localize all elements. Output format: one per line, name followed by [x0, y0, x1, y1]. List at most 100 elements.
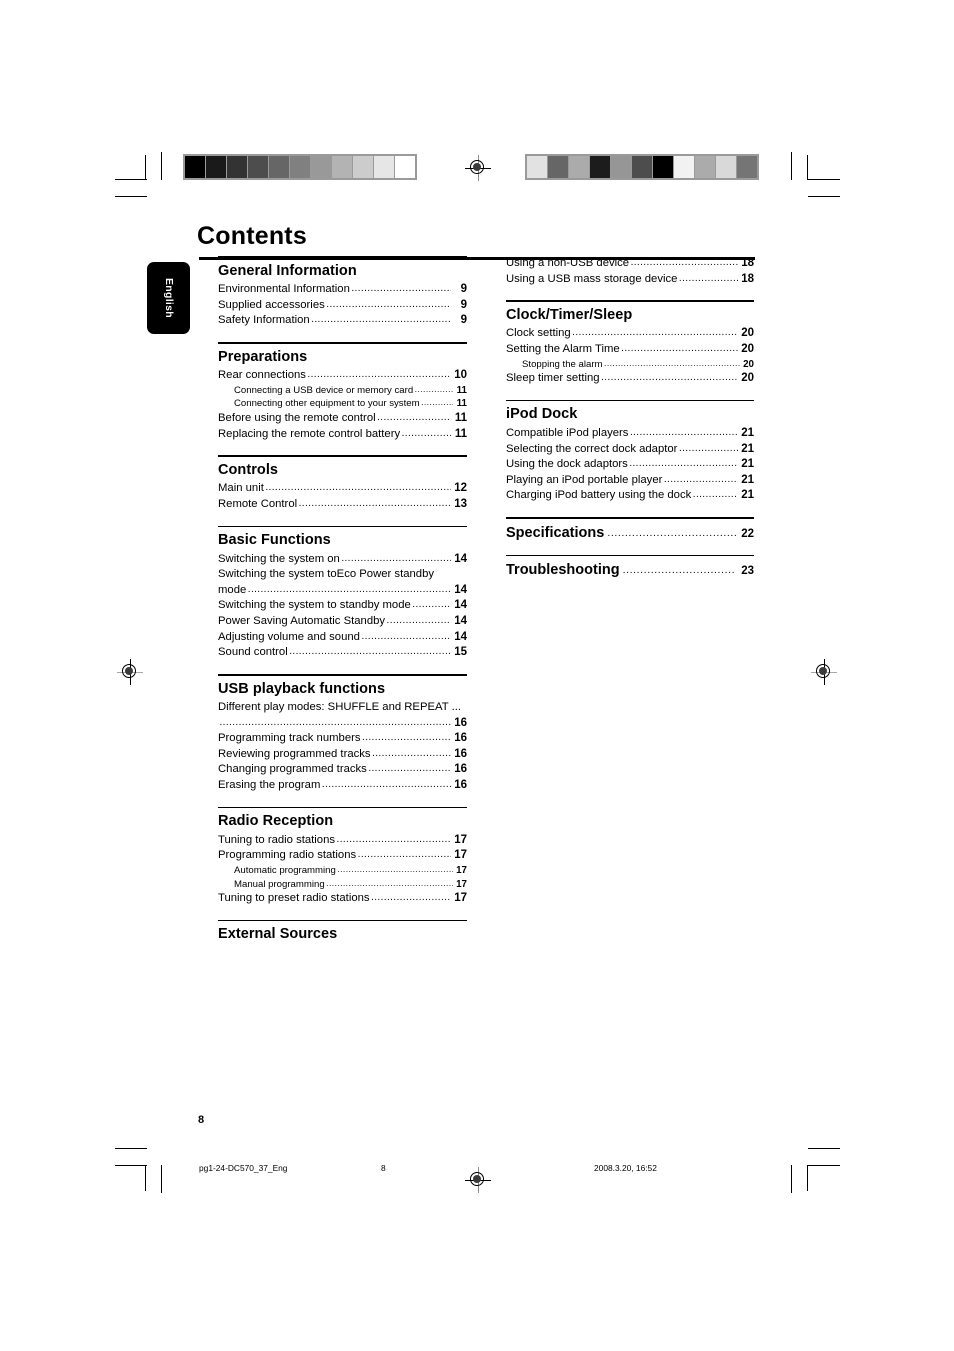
registration-mark-bottom-center	[465, 1167, 491, 1193]
toc-entry[interactable]: Supplied accessories....................…	[218, 298, 467, 314]
footer-file-name: pg1-24-DC570_37_Eng	[199, 1163, 288, 1173]
wedge-swatch	[353, 156, 373, 178]
toc-section: Controls Main unit.......................…	[218, 455, 467, 512]
toc-entry-label: Switching the system on	[218, 552, 340, 565]
toc-entry-page: 16	[454, 716, 467, 729]
toc-leader-dots: ........................................…	[678, 442, 738, 454]
toc-entry-label-wrapped: mode	[218, 583, 247, 596]
toc-entry-page: 16	[454, 779, 467, 791]
toc-section: External Sources	[218, 919, 467, 946]
toc-leader-dots: ........................................…	[368, 763, 451, 775]
toc-section-heading: Clock/Timer/Sleep	[506, 306, 633, 323]
toc-entry[interactable]: Main unit...............................…	[218, 481, 467, 497]
crop-mark-top-right-bleed-vertical	[791, 152, 793, 180]
toc-entry[interactable]: Sleep timer setting.....................…	[506, 371, 754, 387]
toc-section-heading: General Information	[218, 262, 357, 279]
toc-entry-label: Switching the system toEco Power standby	[218, 568, 434, 581]
toc-entry-label: Remote Control	[218, 497, 298, 510]
toc-entry-label: Adjusting volume and sound	[218, 630, 360, 643]
toc-section-heading-page: 23	[741, 565, 754, 578]
toc-entry[interactable]: Setting the Alarm Time..................…	[506, 342, 754, 358]
toc-section-heading[interactable]: Specifications..........................…	[506, 519, 754, 545]
toc-section: USB playback functions Different play mod…	[218, 673, 467, 794]
toc-entry[interactable]: Switching the system to standby mode....…	[218, 598, 467, 614]
wedge-swatch	[248, 156, 268, 178]
toc-section-heading[interactable]: Troubleshooting.........................…	[506, 556, 754, 582]
toc-leader-dots: ........................................…	[630, 257, 738, 268]
toc-leader-dots: ........................................…	[219, 716, 451, 728]
toc-entry[interactable]: Compatible iPod players.................…	[506, 426, 754, 442]
crop-mark-top-right-horizontal	[808, 179, 840, 181]
wedge-swatch	[611, 156, 631, 178]
toc-entry-page: 13	[454, 497, 467, 510]
toc-entry[interactable]: Playing an iPod portable player.........…	[506, 473, 754, 489]
toc-entry[interactable]: Different play modes: SHUFFLE and REPEAT…	[218, 700, 467, 731]
toc-leader-dots: ........................................…	[247, 583, 451, 595]
toc-leader-dots: ........................................…	[362, 732, 450, 744]
toc-entry-page: 16	[454, 747, 467, 760]
toc-entry[interactable]: Tuning to radio stations................…	[218, 833, 467, 849]
toc-entry[interactable]: Using a USB mass storage device.........…	[506, 272, 754, 288]
toc-section-heading: Basic Functions	[218, 532, 331, 549]
toc-entry[interactable]: Using the dock adaptors.................…	[506, 457, 754, 473]
toc-entry[interactable]: Before using the remote control.........…	[218, 411, 467, 427]
toc-leader-dots: ........................................…	[421, 397, 452, 408]
toc-entry[interactable]: Connecting other equipment to your syste…	[218, 397, 467, 411]
toc-entry[interactable]: Environmental Information...............…	[218, 282, 467, 298]
toc-entry-page: 18	[741, 272, 754, 285]
toc-entry[interactable]: Power Saving Automatic Standby..........…	[218, 614, 467, 630]
toc-entry[interactable]: Safety Information......................…	[218, 313, 467, 329]
wedge-swatch	[290, 156, 310, 178]
toc-entry[interactable]: Sound control...........................…	[218, 645, 467, 661]
grayscale-step-wedge-left	[183, 154, 417, 180]
crop-mark-bottom-left-bleed-horizontal	[115, 1165, 147, 1167]
toc-leader-dots: ........................................…	[337, 863, 452, 874]
toc-leader-dots: ........................................…	[372, 747, 451, 759]
toc-entry[interactable]: Switching the system on.................…	[218, 552, 467, 568]
toc-leader-dots: ........................................…	[307, 369, 451, 381]
toc-entry[interactable]: Replacing the remote control battery....…	[218, 427, 467, 443]
toc-entry[interactable]: Programming track numbers...............…	[218, 731, 467, 747]
toc-entry[interactable]: Stopping the alarm......................…	[506, 358, 754, 372]
wedge-swatch	[737, 156, 757, 178]
toc-entry-label: Replacing the remote control battery	[218, 427, 401, 440]
page-number: 8	[198, 1114, 205, 1126]
toc-entry[interactable]: Adjusting volume and sound..............…	[218, 630, 467, 646]
toc-entry[interactable]: Selecting the correct dock adaptor......…	[506, 442, 754, 458]
crop-mark-bottom-right-bleed-horizontal	[808, 1165, 840, 1167]
toc-entry[interactable]: Clock setting...........................…	[506, 326, 754, 342]
toc-entry[interactable]: Programming radio stations..............…	[218, 848, 467, 864]
toc-entry-label: Before using the remote control	[218, 411, 376, 424]
toc-entry-label: Safety Information	[218, 314, 310, 327]
toc-entry[interactable]: Remote Control..........................…	[218, 497, 467, 513]
toc-entry-page: 16	[454, 732, 467, 745]
wedge-swatch	[569, 156, 589, 178]
toc-entry-page: 11	[456, 398, 467, 410]
toc-entry[interactable]: Switching the system toEco Power standby…	[218, 567, 467, 598]
toc-entry[interactable]: Charging iPod battery using the dock....…	[506, 488, 754, 504]
toc-entry-label: Programming radio stations	[218, 849, 357, 862]
wedge-swatch	[590, 156, 610, 178]
toc-leader-dots: ........................................…	[321, 779, 451, 790]
toc-entry[interactable]: Manual programming......................…	[218, 878, 467, 892]
toc-entry[interactable]: Using a non-USB device..................…	[506, 256, 754, 272]
toc-entry[interactable]: Reviewing programmed tracks.............…	[218, 747, 467, 763]
toc-entry[interactable]: Rear connections........................…	[218, 368, 467, 384]
toc-entry[interactable]: Tuning to preset radio stations.........…	[218, 891, 467, 907]
toc-entry-label: Stopping the alarm	[522, 358, 603, 370]
wedge-swatch	[632, 156, 652, 178]
toc-entry-page: 14	[454, 630, 467, 643]
language-tab: English	[147, 262, 190, 334]
toc-entry-label: Clock setting	[506, 327, 571, 340]
toc-section-gap	[506, 504, 754, 517]
toc-entry-label: Programming track numbers	[218, 732, 361, 745]
toc-entry-page: 14	[454, 552, 467, 565]
toc-entry[interactable]: Automatic programming...................…	[218, 864, 467, 878]
toc-entry[interactable]: Connecting a USB device or memory card..…	[218, 384, 467, 398]
toc-section: Clock/Timer/Sleep Clock setting..........…	[506, 300, 754, 387]
wedge-swatch	[374, 156, 394, 178]
toc-entry-page: 17	[454, 833, 467, 846]
toc-leader-dots: ........................................…	[377, 411, 451, 423]
toc-entry[interactable]: Erasing the program.....................…	[218, 778, 467, 794]
toc-entry[interactable]: Changing programmed tracks..............…	[218, 762, 467, 778]
